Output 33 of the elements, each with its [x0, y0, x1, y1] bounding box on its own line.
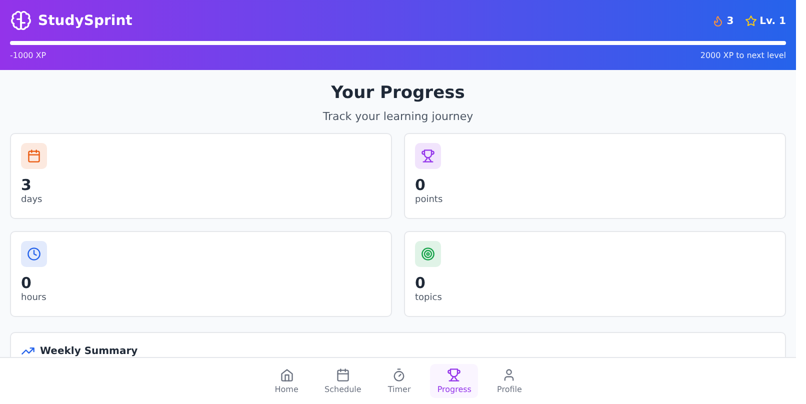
flame-icon	[712, 15, 724, 27]
stat-unit: hours	[21, 293, 48, 304]
stat-value: 0	[21, 274, 32, 292]
brain-icon	[10, 10, 32, 32]
xp-current: -1000 XP	[10, 51, 46, 60]
calendar-icon	[27, 149, 41, 164]
stat-unit: points	[415, 195, 444, 206]
app-name: StudySprint	[38, 13, 132, 29]
stat-unit: topics	[415, 293, 443, 304]
stat-unit: days	[21, 195, 44, 206]
target-icon	[421, 247, 435, 262]
star-icon	[744, 15, 757, 27]
level-label: Lv. 1	[760, 16, 786, 26]
trophy-icon	[421, 149, 435, 164]
trophy-icon	[447, 368, 462, 382]
clock-icon	[27, 247, 41, 262]
person-icon	[502, 368, 516, 382]
home-icon	[280, 368, 294, 382]
nav-tab[interactable]: Timer	[376, 364, 422, 398]
page-title: Your Progress	[330, 83, 466, 104]
nav-tab[interactable]: Schedule	[318, 364, 368, 398]
stopwatch-icon	[392, 368, 406, 382]
stat-value: 0	[415, 176, 426, 194]
streak-count: 3	[726, 16, 734, 26]
stat-value: 0	[415, 274, 426, 292]
calendar-icon	[336, 368, 350, 382]
page-subtitle: Track your learning journey	[322, 110, 474, 124]
xp-to-next-level: 2000 XP to next level	[700, 51, 786, 60]
nav-tab[interactable]: Progress	[430, 364, 478, 398]
stat-value: 3	[21, 176, 32, 194]
nav-tab[interactable]: Home	[264, 364, 310, 398]
nav-tab[interactable]: Profile	[486, 364, 532, 398]
weekly-summary-title: Weekly Summary	[40, 346, 138, 357]
